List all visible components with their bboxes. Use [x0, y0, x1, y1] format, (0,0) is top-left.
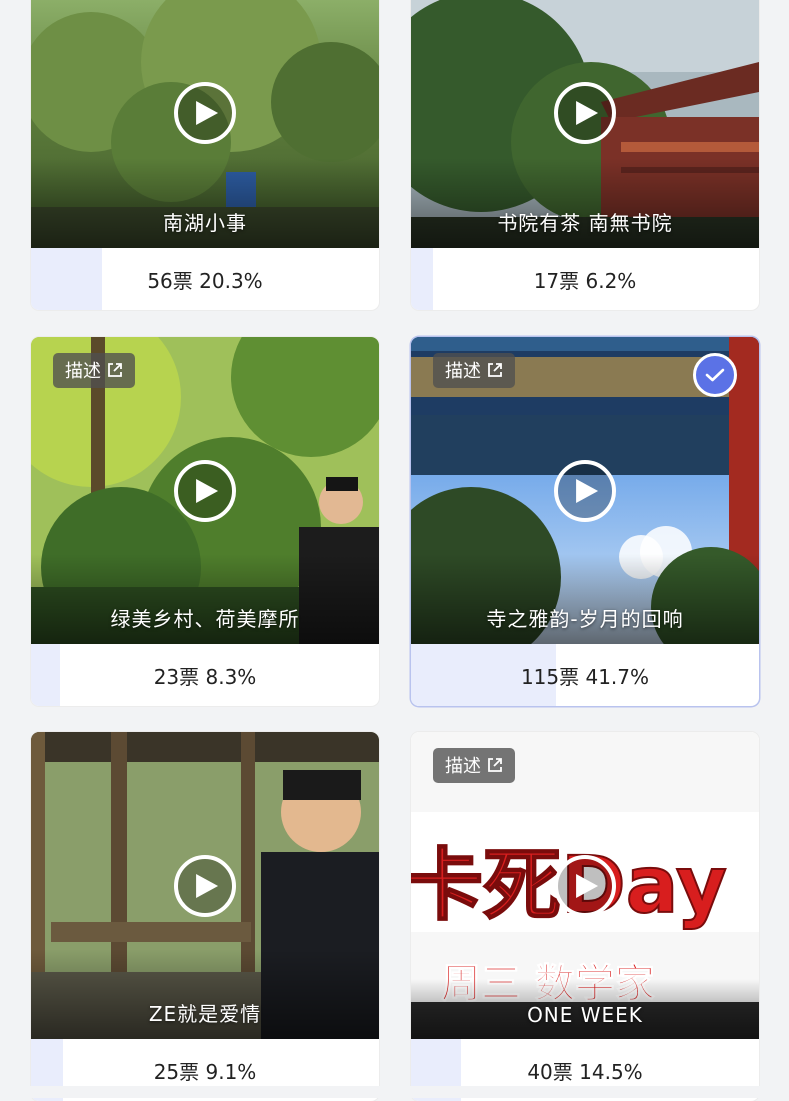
external-link-icon: [488, 363, 502, 377]
video-caption: 寺之雅韵-岁月的回响: [486, 607, 684, 631]
vote-card[interactable]: 描述 寺之雅韵-岁月的回响 115票 41.7%: [411, 337, 759, 706]
vote-card[interactable]: 南湖小事 56票 20.3%: [31, 0, 379, 310]
video-caption: ZE就是爱情: [148, 1002, 262, 1026]
video-thumbnail[interactable]: 卡死Day 周三 数学家 描述 ONE WEEK: [411, 732, 759, 1039]
description-label: 描述: [445, 756, 481, 777]
vote-count-label: 115票 41.7%: [520, 664, 650, 689]
play-icon[interactable]: [174, 459, 236, 522]
video-caption: 绿美乡村、荷美摩所: [110, 607, 300, 631]
video-thumbnail[interactable]: 描述 寺之雅韵-岁月的回响: [411, 337, 759, 644]
vote-card[interactable]: 描述 绿美乡村、荷美摩所 23票 8.3%: [31, 337, 379, 706]
description-link-button[interactable]: 描述: [53, 353, 135, 388]
vote-result: 115票 41.7%: [411, 644, 759, 706]
vote-card[interactable]: ZE就是爱情 25票 9.1%: [31, 732, 379, 1101]
vote-card[interactable]: 书院有茶 南無书院 17票 6.2%: [411, 0, 759, 310]
vote-count-label: 56票 20.3%: [147, 268, 263, 293]
play-icon[interactable]: [554, 459, 616, 522]
vote-result: 17票 6.2%: [411, 248, 759, 310]
play-icon[interactable]: [174, 854, 236, 917]
video-thumbnail[interactable]: 书院有茶 南無书院: [411, 0, 759, 248]
bottom-edge: [0, 1086, 789, 1098]
video-thumbnail[interactable]: ZE就是爱情: [31, 732, 379, 1039]
description-label: 描述: [445, 361, 481, 382]
description-link-button[interactable]: 描述: [433, 353, 515, 388]
external-link-icon: [108, 363, 122, 377]
description-link-button[interactable]: 描述: [433, 748, 515, 783]
video-thumbnail[interactable]: 描述 绿美乡村、荷美摩所: [31, 337, 379, 644]
play-icon[interactable]: [554, 82, 616, 144]
vote-result: 56票 20.3%: [31, 248, 379, 310]
vote-count-label: 40票 14.5%: [527, 1059, 643, 1084]
video-caption: ONE WEEK: [527, 1003, 643, 1027]
vote-card[interactable]: 卡死Day 周三 数学家 描述 ONE WEEK 40票 14.5%: [411, 732, 759, 1101]
selected-check-icon: [693, 353, 737, 397]
play-icon[interactable]: [554, 854, 616, 917]
video-thumbnail[interactable]: 南湖小事: [31, 0, 379, 248]
vote-result: 23票 8.3%: [31, 644, 379, 706]
external-link-icon: [488, 758, 502, 772]
video-caption: 书院有茶 南無书院: [497, 211, 673, 235]
vote-count-label: 17票 6.2%: [533, 268, 637, 293]
vote-count-label: 25票 9.1%: [153, 1059, 257, 1084]
play-icon[interactable]: [174, 82, 236, 144]
description-label: 描述: [65, 361, 101, 382]
vote-count-label: 23票 8.3%: [153, 664, 257, 689]
video-caption: 南湖小事: [163, 211, 247, 235]
video-vote-grid: 南湖小事 56票 20.3% 书院有茶 南無书院 17票 6.2% 描述 绿美乡…: [0, 0, 789, 1101]
